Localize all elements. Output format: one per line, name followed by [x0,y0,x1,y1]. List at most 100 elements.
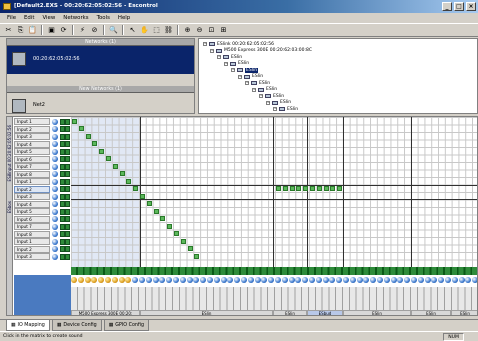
tree-node[interactable]: − ESlin [238,74,263,80]
input-row-label[interactable]: Input 1 [14,178,50,185]
tab-io-mapping[interactable]: ▦ IO Mapping [6,320,50,331]
output-round-button[interactable] [295,277,302,283]
input-round-button[interactable] [52,171,58,177]
output-group-label[interactable]: ESlin [451,310,477,315]
input-round-button[interactable] [52,178,58,185]
output-round-button[interactable] [336,277,343,283]
output-round-button[interactable] [268,277,275,283]
route-point[interactable] [112,163,118,169]
route-point[interactable] [174,231,179,236]
route-point[interactable] [316,186,322,191]
output-round-button[interactable] [322,277,329,283]
output-round-button[interactable] [261,277,268,283]
tab-device-config[interactable]: ▦ Device Config [51,320,102,331]
input-round-button[interactable] [52,253,58,260]
output-round-button[interactable] [281,277,288,283]
output-round-button[interactable] [179,277,186,283]
output-group-label[interactable]: ESbud [307,310,343,315]
input-row-label[interactable]: Input 8 [14,170,50,178]
input-row-label[interactable]: Input 6 [14,155,50,163]
input-row-label[interactable]: Input 5 [14,148,50,155]
menu-view[interactable]: View [38,13,59,23]
tree-node[interactable]: − ESlin [245,80,270,86]
output-round-button[interactable] [105,277,111,283]
output-round-button[interactable] [397,277,404,283]
input-row-label[interactable]: Input 3 [14,193,50,200]
output-round-button[interactable] [234,277,241,283]
output-round-button[interactable] [390,277,397,283]
menu-file[interactable]: File [3,13,20,23]
route-point[interactable] [133,186,139,191]
expand-icon[interactable]: − [252,87,256,92]
output-round-button[interactable] [424,277,431,283]
route-point[interactable] [126,178,132,184]
expand-icon[interactable]: − [273,107,277,111]
output-round-button[interactable] [84,277,91,283]
copy-icon[interactable]: ⎘ [15,25,26,36]
tree-node[interactable]: − ESlin [231,67,259,73]
zoom-fit-icon[interactable]: ⊡ [206,25,217,36]
refresh-icon[interactable]: ⟳ [58,25,69,36]
output-round-button[interactable] [98,277,105,283]
route-point[interactable] [72,118,77,124]
output-round-button[interactable] [315,277,322,283]
route-point[interactable] [99,148,105,154]
input-round-button[interactable] [52,216,58,222]
output-round-button[interactable] [302,277,309,283]
output-round-button[interactable] [241,277,247,283]
cut-icon[interactable]: ✂ [3,25,14,36]
output-round-button[interactable] [166,277,173,283]
output-round-button[interactable] [288,277,295,283]
input-round-button[interactable] [52,156,58,162]
input-round-button[interactable] [52,148,58,155]
menu-edit[interactable]: Edit [20,13,38,23]
expand-icon[interactable]: − [217,55,221,59]
route-point[interactable] [303,186,309,191]
output-group-label[interactable]: ESlin [140,310,273,315]
zoom-in-icon[interactable]: ⊕ [182,25,193,36]
input-row-label[interactable]: Input 7 [14,223,50,230]
output-round-button[interactable] [417,277,424,283]
route-point[interactable] [323,186,329,191]
output-group-label[interactable]: ESlin [273,310,307,315]
input-row-label[interactable]: Input 7 [14,163,50,170]
route-point[interactable] [194,253,200,259]
output-round-button[interactable] [465,277,472,283]
output-round-button[interactable] [139,277,145,283]
output-round-button[interactable] [431,277,438,283]
route-point[interactable] [282,186,288,191]
input-round-button[interactable] [52,133,58,140]
new-network-item[interactable]: Net2 [7,93,194,115]
input-row-label[interactable]: Input 4 [14,140,50,148]
route-point[interactable] [276,186,281,191]
zoom-out-icon[interactable]: ⊖ [194,25,205,36]
input-row-label[interactable]: Input 2 [14,125,50,133]
output-round-button[interactable] [220,277,227,283]
output-round-button[interactable] [254,277,261,283]
output-round-button[interactable] [329,277,336,283]
route-point[interactable] [180,238,186,244]
route-point[interactable] [310,186,315,191]
route-point[interactable] [140,193,145,199]
output-round-button[interactable] [207,277,213,283]
output-round-button[interactable] [145,277,152,283]
output-round-button[interactable] [275,277,281,283]
selected-network-item[interactable]: 00:20:62:05:02:56 [7,46,194,74]
output-round-button[interactable] [71,277,77,283]
menu-networks[interactable]: Networks [59,13,92,23]
input-round-button[interactable] [52,126,58,132]
output-round-button[interactable] [247,277,254,283]
route-point[interactable] [160,216,166,221]
expand-icon[interactable]: − [259,94,263,98]
output-round-button[interactable] [343,277,349,283]
input-round-button[interactable] [52,201,58,207]
zoom-all-icon[interactable]: ⊞ [218,25,229,36]
input-round-button[interactable] [52,246,58,252]
menu-help[interactable]: Help [114,13,134,23]
input-round-button[interactable] [52,186,58,192]
tree-node[interactable]: − ESlin [273,106,298,112]
output-round-button[interactable] [193,277,200,283]
output-group-label[interactable]: M500 Express 300E 00:20: [71,310,140,315]
route-point[interactable] [296,186,302,191]
expand-icon[interactable]: − [245,81,249,85]
